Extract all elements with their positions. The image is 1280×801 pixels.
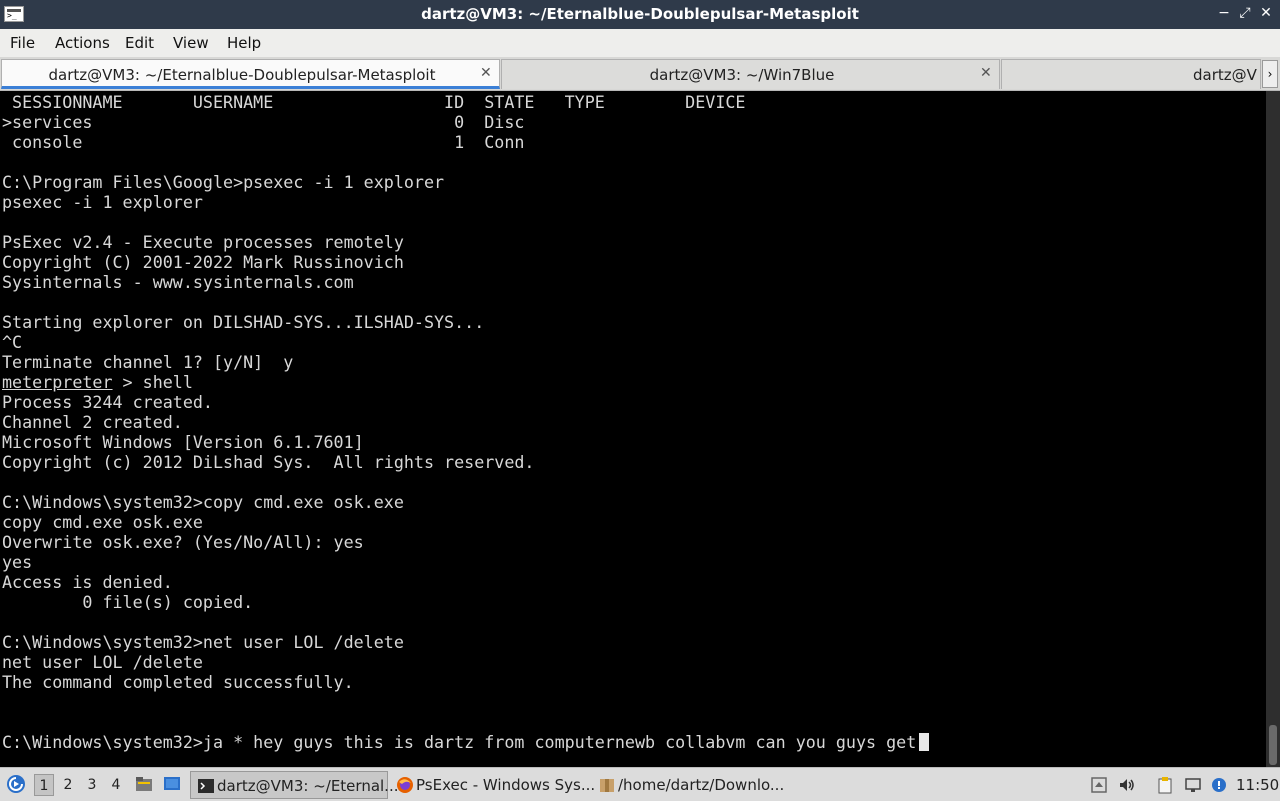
meterpreter-command: > shell <box>112 372 193 392</box>
notification-icon[interactable] <box>1210 776 1228 794</box>
task-label: dartz@VM3: ~/Eternal... <box>217 777 399 795</box>
terminal-icon <box>198 779 214 793</box>
workspace-1[interactable]: 1 <box>34 774 54 796</box>
terminal-line: C:\Program Files\Google>psexec -i 1 expl… <box>2 172 445 192</box>
tab-close-icon[interactable]: ✕ <box>980 65 992 81</box>
menu-help[interactable]: Help <box>227 34 261 52</box>
terminal-line: yes <box>2 552 33 572</box>
archive-icon <box>600 779 614 792</box>
menu-edit[interactable]: Edit <box>125 34 154 52</box>
tab-label: dartz@VM3: ~/Eternalblue-Doublepulsar-Me… <box>48 66 436 84</box>
terminal-line: Access is denied. <box>2 572 173 592</box>
tab-close-icon[interactable]: ✕ <box>480 65 492 81</box>
terminal-line: C:\Windows\system32>net user LOL /delete <box>2 632 404 652</box>
window-titlebar[interactable]: dartz@VM3: ~/Eternalblue-Doublepulsar-Me… <box>0 0 1280 29</box>
terminal-line: Overwrite osk.exe? (Yes/No/All): yes <box>2 532 364 552</box>
tab-scroll-right-icon[interactable]: › <box>1262 60 1278 88</box>
tray-upload-icon[interactable] <box>1090 776 1108 794</box>
close-icon[interactable]: ✕ <box>1257 5 1275 21</box>
show-desktop-icon[interactable] <box>162 774 182 794</box>
terminal-line: Channel 2 created. <box>2 412 183 432</box>
terminal-line: psexec -i 1 explorer <box>2 192 203 212</box>
network-icon[interactable] <box>1184 776 1202 794</box>
menu-file[interactable]: File <box>10 34 35 52</box>
menu-bar: File Actions Edit View Help <box>0 29 1280 58</box>
terminal-line: copy cmd.exe osk.exe <box>2 512 203 532</box>
taskbar: 1 2 3 4 dartz@VM3: ~/Eternal... PsExec -… <box>0 767 1280 801</box>
tab-eternalblue[interactable]: dartz@VM3: ~/Eternalblue-Doublepulsar-Me… <box>1 59 500 89</box>
meterpreter-prompt: meterpreter <box>2 372 113 392</box>
terminal-line: SESSIONNAME USERNAME ID STATE TYPE DEVIC… <box>2 92 746 112</box>
menu-actions[interactable]: Actions <box>55 34 110 52</box>
terminal-line: Copyright (C) 2001-2022 Mark Russinovich <box>2 252 404 272</box>
terminal-line: Starting explorer on DILSHAD-SYS...ILSHA… <box>2 312 485 332</box>
clipboard-icon[interactable] <box>1156 776 1174 794</box>
maximize-icon[interactable]: ⤢ <box>1236 5 1254 21</box>
tab-label: dartz@VM3: ~/Win7Blue <box>649 66 835 84</box>
start-menu-icon[interactable] <box>6 774 26 794</box>
terminal-line: ^C <box>2 332 23 352</box>
menu-view[interactable]: View <box>173 34 209 52</box>
window-title: dartz@VM3: ~/Eternalblue-Doublepulsar-Me… <box>421 5 859 23</box>
terminal-output[interactable]: SESSIONNAME USERNAME ID STATE TYPE DEVIC… <box>0 91 1266 767</box>
tab-label: dartz@V <box>1193 66 1257 84</box>
terminal-line: >services 0 Disc <box>2 112 525 132</box>
minimize-icon[interactable]: − <box>1215 5 1233 21</box>
terminal-line: The command completed successfully. <box>2 672 354 692</box>
volume-icon[interactable] <box>1118 776 1136 794</box>
terminal-line: Sysinternals - www.sysinternals.com <box>2 272 354 292</box>
tab-bar: dartz@VM3: ~/Eternalblue-Doublepulsar-Me… <box>0 57 1280 91</box>
workspace-4[interactable]: 4 <box>106 774 126 796</box>
file-manager-icon[interactable] <box>134 774 154 794</box>
scrollbar-thumb[interactable] <box>1269 725 1277 765</box>
tab-win7blue[interactable]: dartz@VM3: ~/Win7Blue ✕ <box>501 59 1000 89</box>
terminal-lines: SESSIONNAME USERNAME ID STATE TYPE DEVIC… <box>2 92 930 752</box>
task-label: /home/dartz/Downlo... <box>618 776 785 794</box>
terminal-line: C:\Windows\system32>copy cmd.exe osk.exe <box>2 492 404 512</box>
terminal-line: Copyright (c) 2012 DiLshad Sys. All righ… <box>2 452 535 472</box>
terminal-line: PsExec v2.4 - Execute processes remotely <box>2 232 404 252</box>
meterpreter-line: meterpreter > shell <box>2 372 929 392</box>
task-firefox[interactable]: PsExec - Windows Sys... <box>390 771 595 799</box>
terminal-line: Microsoft Windows [Version 6.1.7601] <box>2 432 364 452</box>
task-label: PsExec - Windows Sys... <box>416 776 596 794</box>
terminal-line: Terminate channel 1? [y/N] y <box>2 352 294 372</box>
terminal-input-line[interactable]: C:\Windows\system32>ja * hey guys this i… <box>2 732 930 752</box>
workspace-3[interactable]: 3 <box>82 774 102 796</box>
terminal-line: 0 file(s) copied. <box>2 592 254 612</box>
task-terminal[interactable]: dartz@VM3: ~/Eternal... <box>190 771 399 799</box>
clock[interactable]: 11:50 <box>1236 776 1279 794</box>
workspace-2[interactable]: 2 <box>58 774 78 796</box>
tab-third[interactable]: dartz@V <box>1001 59 1261 89</box>
terminal-current-command: C:\Windows\system32>ja * hey guys this i… <box>2 732 917 752</box>
terminal-line: Process 3244 created. <box>2 392 213 412</box>
task-archive[interactable]: /home/dartz/Downlo... <box>592 771 792 799</box>
text-cursor <box>919 733 930 751</box>
terminal-line: console 1 Conn <box>2 132 525 152</box>
firefox-icon <box>397 777 413 793</box>
terminal-scrollbar[interactable] <box>1266 91 1280 767</box>
terminal-line: net user LOL /delete <box>2 652 203 672</box>
